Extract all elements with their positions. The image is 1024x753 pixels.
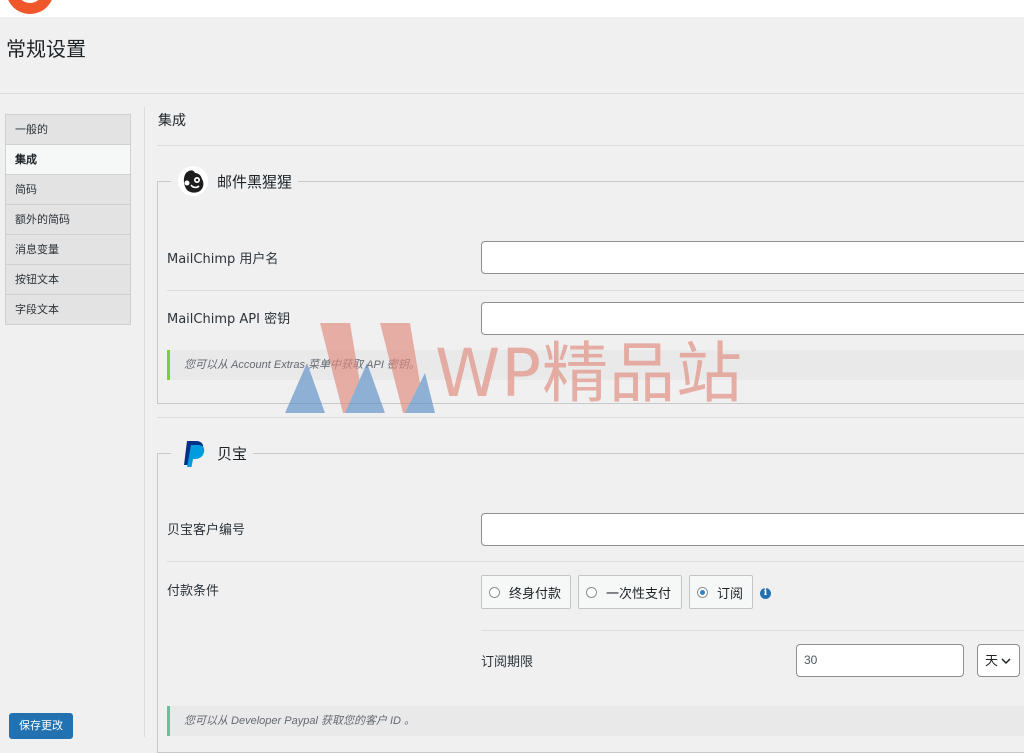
info-icon[interactable]: i (760, 588, 771, 599)
sidebar-item-extra-shortcodes[interactable]: 额外的简码 (5, 205, 131, 235)
sidebar-item-field-text[interactable]: 字段文本 (5, 295, 131, 325)
divider (167, 290, 1024, 291)
chevron-down-icon (1001, 657, 1011, 664)
mailchimp-username-label: MailChimp 用户名 (167, 252, 279, 267)
radio-lifetime[interactable] (489, 586, 500, 598)
divider (167, 561, 1024, 562)
page-title: 常规设置 (6, 37, 86, 61)
period-unit-value: 天 (985, 653, 999, 668)
site-logo-icon (8, 0, 52, 14)
paypal-legend-text: 贝宝 (217, 444, 248, 463)
paypal-note: 您可以从 Developer Paypal 获取您的客户 ID 。 (167, 706, 1024, 736)
settings-sidebar: 一般的 集成 简码 额外的简码 消息变量 按钮文本 字段文本 (5, 114, 131, 325)
subscription-period-label: 订阅期限 (481, 655, 534, 670)
radio-one-time[interactable] (586, 586, 597, 598)
paypal-client-id-label: 贝宝客户编号 (167, 523, 246, 538)
period-unit-select[interactable]: 天 (977, 644, 1020, 677)
mailchimp-note: 您可以从 Account Extras 菜单中获取 API 密钥。 (167, 350, 1024, 380)
sidebar-item-shortcodes[interactable]: 简码 (5, 175, 131, 205)
paypal-legend: 贝宝 (171, 436, 254, 470)
period-number-input[interactable]: 30 (796, 644, 964, 677)
option-subscription[interactable]: 订阅 (689, 575, 753, 609)
radio-subscription[interactable] (697, 586, 708, 598)
option-label: 订阅 (717, 586, 744, 602)
option-lifetime-payment[interactable]: 终身付款 (481, 575, 571, 609)
sidebar-item-message-variables[interactable]: 消息变量 (5, 235, 131, 265)
mailchimp-icon (178, 166, 208, 196)
option-label: 一次性支付 (606, 586, 672, 602)
divider (0, 93, 1024, 94)
sidebar-item-integration[interactable]: 集成 (5, 145, 131, 175)
sidebar-item-button-text[interactable]: 按钮文本 (5, 265, 131, 295)
payment-terms-label: 付款条件 (167, 584, 220, 599)
divider (481, 630, 1024, 631)
mailchimp-apikey-label: MailChimp API 密钥 (167, 312, 291, 327)
paypal-client-id-input[interactable] (481, 513, 1024, 546)
divider (157, 145, 1024, 146)
paypal-icon (184, 441, 205, 467)
mailchimp-username-input[interactable] (481, 241, 1024, 274)
mailchimp-apikey-input[interactable] (481, 302, 1024, 335)
save-changes-button[interactable]: 保存更改 (9, 713, 73, 739)
divider (157, 417, 1024, 418)
content-divider (144, 107, 145, 737)
sidebar-item-general[interactable]: 一般的 (5, 114, 131, 145)
section-heading: 集成 (158, 113, 186, 129)
option-one-time-payment[interactable]: 一次性支付 (578, 575, 682, 609)
top-bar (0, 0, 1024, 17)
mailchimp-legend-text: 邮件黑猩猩 (217, 172, 293, 191)
option-label: 终身付款 (509, 586, 562, 602)
mailchimp-legend: 邮件黑猩猩 (171, 164, 299, 198)
